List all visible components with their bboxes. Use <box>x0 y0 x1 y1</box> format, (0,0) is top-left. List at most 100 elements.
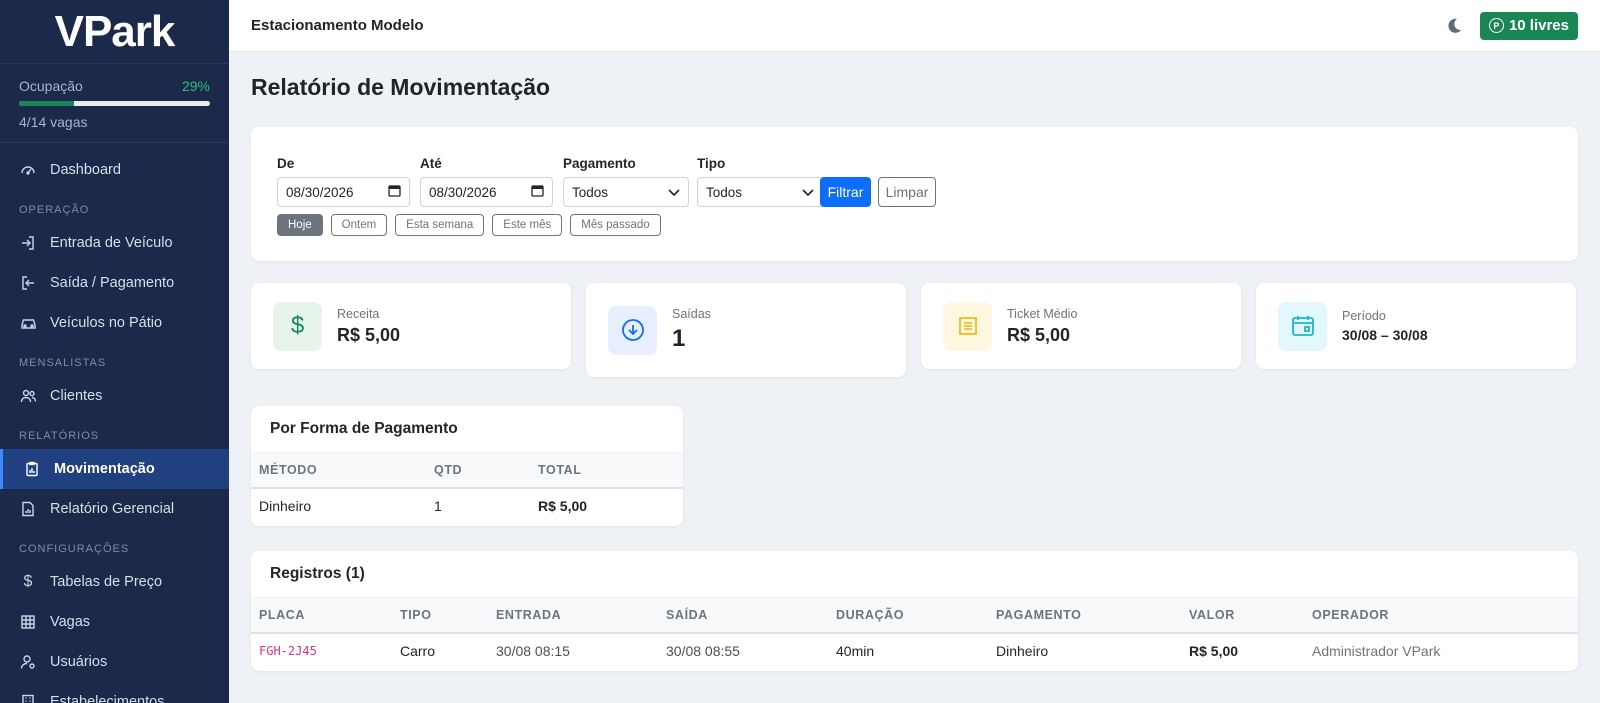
people-icon <box>19 387 37 405</box>
occupancy-bar <box>19 101 210 106</box>
filter-tipo-label: Tipo <box>697 156 726 171</box>
car-icon <box>19 314 37 332</box>
filter-ate-label: Até <box>420 156 442 171</box>
user-gear-icon <box>19 653 37 671</box>
chip-hoje[interactable]: Hoje <box>277 214 323 236</box>
arrow-down-circle-icon <box>608 305 657 355</box>
sidebar-item-tabelas-preco[interactable]: $ Tabelas de Preço <box>0 562 229 602</box>
col-entrada: ENTRADA <box>488 598 658 634</box>
sidebar-item-saida[interactable]: Saída / Pagamento <box>0 263 229 303</box>
sidebar-item-label: Tabelas de Preço <box>50 574 163 590</box>
col-tipo: TIPO <box>392 598 488 634</box>
records-card: Registros (1) PLACA TIPO ENTRADA SAÍDA D… <box>251 551 1578 671</box>
sidebar-item-label: Veículos no Pátio <box>50 315 163 331</box>
sidebar-item-clientes[interactable]: Clientes <box>0 376 229 416</box>
stat-value: R$ 5,00 <box>337 324 401 345</box>
chip-ontem[interactable]: Ontem <box>330 214 388 236</box>
chip-este-mes[interactable]: Este mês <box>492 214 563 236</box>
chip-mes-passado[interactable]: Mês passado <box>570 214 661 236</box>
cell-duracao: 40min <box>836 642 875 659</box>
sidebar-item-movimentacao[interactable]: Movimentação <box>0 449 229 489</box>
sidebar-section-configuracoes: CONFIGURAÇÕES <box>19 543 130 555</box>
sidebar-item-label: Dashboard <box>50 162 121 178</box>
parking-icon: P <box>1488 18 1504 33</box>
stat-label: Período <box>1342 309 1386 323</box>
stat-value: R$ 5,00 <box>1007 324 1071 345</box>
date-to-input[interactable]: 08/30/2026 <box>420 177 553 207</box>
type-select[interactable]: Todos <box>697 177 823 207</box>
filter-button[interactable]: Filtrar <box>820 177 871 207</box>
page-title: Relatório de Movimentação <box>251 74 551 100</box>
cell-placa: FGH-2J45 <box>259 643 317 658</box>
date-from-input[interactable]: 08/30/2026 <box>277 177 410 207</box>
occupancy-percent: 29% <box>181 78 210 94</box>
free-spots-label: 10 livres <box>1508 17 1569 34</box>
sidebar-item-label: Saída / Pagamento <box>50 275 175 291</box>
sidebar-item-veiculos[interactable]: Veículos no Pátio <box>0 303 229 343</box>
filter-pagamento: Pagamento Todos <box>563 156 689 207</box>
type-select-value: Todos <box>706 184 743 200</box>
cell-tipo: Carro <box>400 642 436 659</box>
calendar-icon[interactable] <box>531 184 544 200</box>
free-spots-badge: P 10 livres <box>1479 11 1578 40</box>
col-metodo: MÉTODO <box>251 453 426 489</box>
sidebar-item-vagas[interactable]: Vagas <box>0 602 229 642</box>
moon-icon[interactable] <box>1444 16 1464 36</box>
dollar-icon: $ <box>23 573 33 590</box>
sidebar-item-entrada[interactable]: Entrada de Veículo <box>0 223 229 263</box>
sidebar-item-relatorio-gerencial[interactable]: Relatório Gerencial <box>0 489 229 529</box>
stat-label: Ticket Médio <box>1007 306 1078 321</box>
col-qtd: QTD <box>426 453 530 489</box>
gauge-icon <box>19 161 37 179</box>
sidebar-item-label: Movimentação <box>54 461 155 477</box>
brand-logo[interactable]: VPark <box>0 0 229 64</box>
stat-label: Saídas <box>672 307 711 321</box>
col-valor: VALOR <box>1181 598 1304 634</box>
sidebar-item-usuarios[interactable]: Usuários <box>0 642 229 682</box>
chevron-down-icon <box>668 185 680 200</box>
chip-esta-semana[interactable]: Esta semana <box>395 214 485 236</box>
filter-ate: Até 08/30/2026 <box>420 156 553 207</box>
col-placa: PLACA <box>251 598 392 634</box>
stat-periodo: Período 30/08 – 30/08 <box>1256 283 1576 369</box>
stat-value: 1 <box>672 325 686 352</box>
col-pagamento: PAGAMENTO <box>988 598 1181 634</box>
dollar-icon: $ <box>273 301 322 351</box>
stat-value: 30/08 – 30/08 <box>1342 327 1428 343</box>
filter-pagamento-label: Pagamento <box>563 156 636 171</box>
sidebar-section-operacao: OPERAÇÃO <box>19 204 90 216</box>
sidebar-item-estabelecimentos[interactable]: Estabelecimentos <box>0 682 229 703</box>
stat-receita: $ Receita R$ 5,00 <box>251 283 571 369</box>
cell-pagamento: Dinheiro <box>996 642 1049 659</box>
occupancy-sub: 4/14 vagas <box>19 114 88 130</box>
sidebar-item-dashboard[interactable]: Dashboard <box>0 150 229 190</box>
calendar-icon <box>1278 301 1327 351</box>
cell-entrada: 30/08 08:15 <box>496 642 570 659</box>
main-content: Relatório de Movimentação De 08/30/2026 … <box>229 52 1600 703</box>
payment-select-value: Todos <box>572 184 609 200</box>
filter-card: De 08/30/2026 Até 08/30/2026 Pagamento T… <box>251 127 1578 261</box>
chevron-down-icon <box>802 185 814 200</box>
cell-valor: R$ 5,00 <box>1189 642 1239 659</box>
payment-select[interactable]: Todos <box>563 177 689 207</box>
table-row[interactable]: FGH-2J45 Carro 30/08 08:15 30/08 08:55 4… <box>251 633 1578 667</box>
cell-operador: Administrador VPark <box>1312 642 1441 659</box>
quick-range-chips: Hoje Ontem Esta semana Este mês Mês pass… <box>277 214 661 236</box>
topbar: Estacionamento Modelo P 10 livres <box>229 0 1600 52</box>
col-saida: SAÍDA <box>658 598 828 634</box>
occupancy-panel: Ocupação 29% 4/14 vagas <box>0 64 229 143</box>
cell-metodo: Dinheiro <box>259 497 312 514</box>
filter-tipo: Tipo Todos <box>697 156 823 207</box>
sidebar-item-label: Usuários <box>50 654 108 670</box>
calendar-icon[interactable] <box>388 184 401 200</box>
stat-ticket: Ticket Médio R$ 5,00 <box>921 283 1241 369</box>
col-duracao: DURAÇÃO <box>828 598 988 634</box>
records-title: Registros (1) <box>251 551 1578 598</box>
receipt-icon <box>943 301 992 351</box>
occupancy-label: Ocupação <box>19 78 83 94</box>
sidebar-section-mensalistas: MENSALISTAS <box>19 357 107 369</box>
clear-button[interactable]: Limpar <box>878 177 936 207</box>
stat-label: Receita <box>337 306 380 321</box>
sidebar: VPark Ocupação 29% 4/14 vagas Dashboard … <box>0 0 229 703</box>
sidebar-item-label: Entrada de Veículo <box>50 235 173 251</box>
